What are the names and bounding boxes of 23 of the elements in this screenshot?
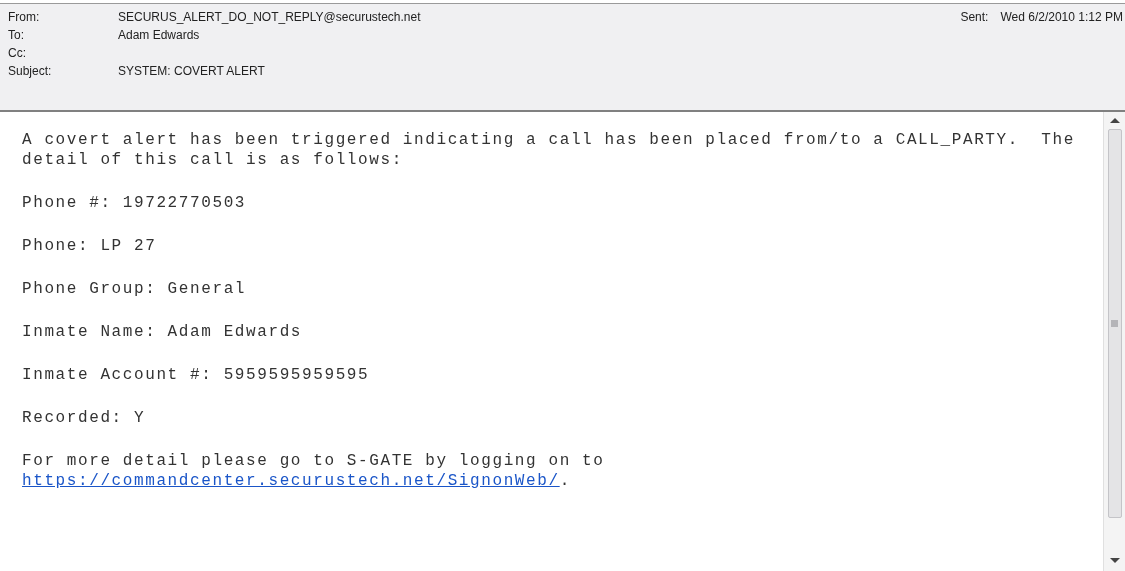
scroll-grip-icon (1111, 320, 1118, 327)
field-label: Sent: (960, 9, 989, 26)
scroll-track[interactable] (1107, 129, 1122, 518)
field-label: To: (8, 27, 25, 44)
scroll-down-icon[interactable] (1109, 558, 1120, 563)
body-text: For more detail please go to S-GATE by logging on to https://commandcenter.securustech.net/SignonWeb/. (22, 451, 606, 491)
field-value: Adam Edwards (118, 27, 200, 44)
body-text: Inmate Account #: 5959595959595 (22, 365, 371, 385)
body-text: A covert alert has been triggered indicating a call has been placed from/to a CALL_PARTY. The detail of this call is as follows: (22, 130, 1076, 170)
body-text: Phone Group: General (22, 279, 248, 299)
body-text: Phone: LP 27 (22, 236, 158, 256)
scrollbar[interactable] (1103, 112, 1125, 571)
scroll-up-icon[interactable] (1109, 118, 1120, 123)
link[interactable]: https://commandcenter.securustech.net/SignonWeb/ (22, 472, 560, 490)
field-label: Subject: (8, 63, 53, 80)
field-value: SECURUS_ALERT_DO_NOT_REPLY@securustech.net (118, 9, 421, 26)
body-text: Recorded: Y (22, 408, 147, 428)
body-text: Inmate Name: Adam Edwards (22, 322, 304, 342)
field-label: Cc: (8, 45, 27, 62)
field-label: From: (8, 9, 41, 26)
field-value: SYSTEM: COVERT ALERT (118, 63, 265, 80)
field-value: Wed 6/2/2010 1:12 PM (1000, 9, 1123, 26)
body-text: Phone #: 19722770503 (22, 193, 248, 213)
